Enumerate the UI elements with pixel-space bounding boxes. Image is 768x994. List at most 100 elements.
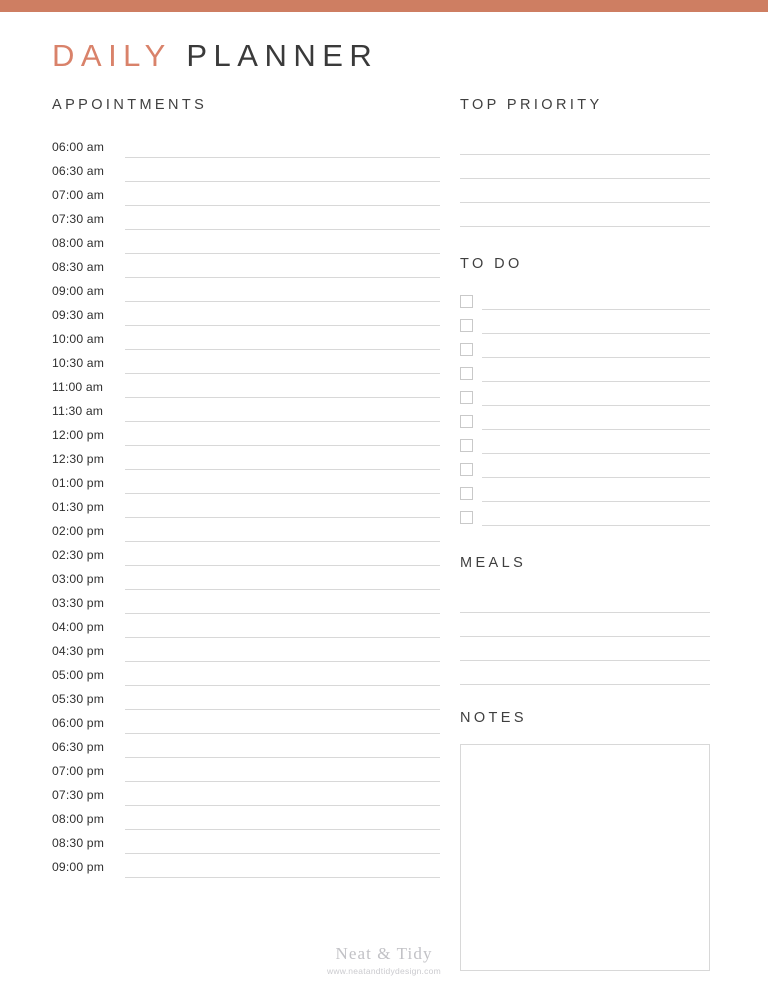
appointment-row[interactable]: 11:30 am xyxy=(52,398,440,422)
todo-entry-line[interactable] xyxy=(482,453,710,454)
meals-entry-line[interactable] xyxy=(460,613,710,637)
appointment-row[interactable]: 07:30 pm xyxy=(52,782,440,806)
todo-row xyxy=(460,430,710,454)
appointment-time-label: 12:00 pm xyxy=(52,428,105,443)
appointment-row[interactable]: 07:00 am xyxy=(52,182,440,206)
appointment-time-label: 09:30 am xyxy=(52,308,105,323)
todo-row xyxy=(460,382,710,406)
appointment-row[interactable]: 02:00 pm xyxy=(52,518,440,542)
appointment-time-label: 06:00 pm xyxy=(52,716,105,731)
top-priority-entry-line[interactable] xyxy=(460,203,710,227)
appointment-time-label: 07:00 am xyxy=(52,188,105,203)
appointment-time-label: 11:00 am xyxy=(52,380,104,395)
appointment-row[interactable]: 05:00 pm xyxy=(52,662,440,686)
appointment-row[interactable]: 07:30 am xyxy=(52,206,440,230)
appointment-row[interactable]: 09:00 am xyxy=(52,278,440,302)
appointment-row[interactable]: 01:00 pm xyxy=(52,470,440,494)
right-column: TOP PRIORITY TO DO MEALS NOTES xyxy=(460,98,710,971)
top-priority-lines xyxy=(460,131,710,227)
appointment-time-label: 05:00 pm xyxy=(52,668,105,683)
todo-row xyxy=(460,286,710,310)
appointment-row[interactable]: 09:00 pm xyxy=(52,854,440,878)
notes-input-area[interactable] xyxy=(460,744,710,971)
todo-row xyxy=(460,502,710,526)
appointment-row[interactable]: 06:00 pm xyxy=(52,710,440,734)
appointment-time-label: 12:30 pm xyxy=(52,452,105,467)
appointments-column: APPOINTMENTS 06:00 am 06:30 am 07:00 am 07:… xyxy=(52,98,440,878)
todo-entry-line[interactable] xyxy=(482,333,710,334)
todo-checkbox[interactable] xyxy=(460,487,473,500)
appointment-row[interactable]: 08:30 am xyxy=(52,254,440,278)
appointment-row[interactable]: 10:00 am xyxy=(52,326,440,350)
appointment-row[interactable]: 04:30 pm xyxy=(52,638,440,662)
meals-entry-line[interactable] xyxy=(460,661,710,685)
todo-checkbox[interactable] xyxy=(460,295,473,308)
appointment-row[interactable]: 12:00 pm xyxy=(52,422,440,446)
appointment-time-label: 02:00 pm xyxy=(52,524,105,539)
appointment-time-label: 07:00 pm xyxy=(52,764,105,779)
top-priority-entry-line[interactable] xyxy=(460,155,710,179)
top-priority-entry-line[interactable] xyxy=(460,131,710,155)
todo-heading: TO DO xyxy=(460,255,523,272)
appointment-row[interactable]: 01:30 pm xyxy=(52,494,440,518)
appointment-time-label: 10:00 am xyxy=(52,332,105,347)
page-title-accent-word: DAILY xyxy=(52,38,172,73)
todo-checkbox[interactable] xyxy=(460,343,473,356)
appointment-time-label: 09:00 am xyxy=(52,284,105,299)
appointment-row[interactable]: 03:30 pm xyxy=(52,590,440,614)
appointment-time-label: 03:00 pm xyxy=(52,572,105,587)
appointment-row[interactable]: 04:00 pm xyxy=(52,614,440,638)
appointment-time-label: 06:30 pm xyxy=(52,740,105,755)
appointment-row[interactable]: 06:00 am xyxy=(52,134,440,158)
appointment-time-label: 10:30 am xyxy=(52,356,105,371)
appointment-row[interactable]: 08:30 pm xyxy=(52,830,440,854)
todo-entry-line[interactable] xyxy=(482,309,710,310)
appointment-row[interactable]: 02:30 pm xyxy=(52,542,440,566)
todo-entry-line[interactable] xyxy=(482,501,710,502)
todo-checkbox[interactable] xyxy=(460,463,473,476)
appointment-entry-line[interactable] xyxy=(125,876,440,878)
todo-checkbox[interactable] xyxy=(460,439,473,452)
todo-checkbox[interactable] xyxy=(460,367,473,380)
appointment-time-label: 07:30 am xyxy=(52,212,105,227)
appointment-row[interactable]: 06:30 pm xyxy=(52,734,440,758)
todo-entry-line[interactable] xyxy=(482,477,710,478)
todo-checkbox[interactable] xyxy=(460,391,473,404)
todo-entry-line[interactable] xyxy=(482,525,710,526)
appointment-time-label: 11:30 am xyxy=(52,404,104,419)
todo-checkbox[interactable] xyxy=(460,511,473,524)
meals-entry-line[interactable] xyxy=(460,637,710,661)
footer: Neat & Tidy www.neatandtidydesign.com xyxy=(0,944,768,976)
appointment-row[interactable]: 11:00 am xyxy=(52,374,440,398)
appointment-row[interactable]: 12:30 pm xyxy=(52,446,440,470)
meals-section: MEALS xyxy=(460,556,710,685)
todo-checkbox[interactable] xyxy=(460,319,473,332)
appointment-row[interactable]: 10:30 am xyxy=(52,350,440,374)
meals-entry-line[interactable] xyxy=(460,589,710,613)
appointment-row[interactable]: 07:00 pm xyxy=(52,758,440,782)
todo-entry-line[interactable] xyxy=(482,381,710,382)
appointment-row[interactable]: 08:00 pm xyxy=(52,806,440,830)
appointments-list: 06:00 am 06:30 am 07:00 am 07:30 am 08:00 am… xyxy=(52,134,440,878)
todo-list xyxy=(460,286,710,526)
top-priority-section: TOP PRIORITY xyxy=(460,98,710,227)
todo-entry-line[interactable] xyxy=(482,405,710,406)
accent-top-bar xyxy=(0,0,768,12)
appointment-row[interactable]: 08:00 am xyxy=(52,230,440,254)
appointment-row[interactable]: 06:30 am xyxy=(52,158,440,182)
appointment-row[interactable]: 09:30 am xyxy=(52,302,440,326)
appointment-time-label: 05:30 pm xyxy=(52,692,105,707)
top-priority-entry-line[interactable] xyxy=(460,179,710,203)
appointment-row[interactable]: 03:00 pm xyxy=(52,566,440,590)
todo-checkbox[interactable] xyxy=(460,415,473,428)
todo-entry-line[interactable] xyxy=(482,357,710,358)
notes-section: NOTES xyxy=(460,709,710,971)
appointment-time-label: 09:00 pm xyxy=(52,860,105,875)
appointment-row[interactable]: 05:30 pm xyxy=(52,686,440,710)
todo-section: TO DO xyxy=(460,255,710,526)
todo-entry-line[interactable] xyxy=(482,429,710,430)
todo-row xyxy=(460,358,710,382)
notes-heading: NOTES xyxy=(460,709,527,726)
